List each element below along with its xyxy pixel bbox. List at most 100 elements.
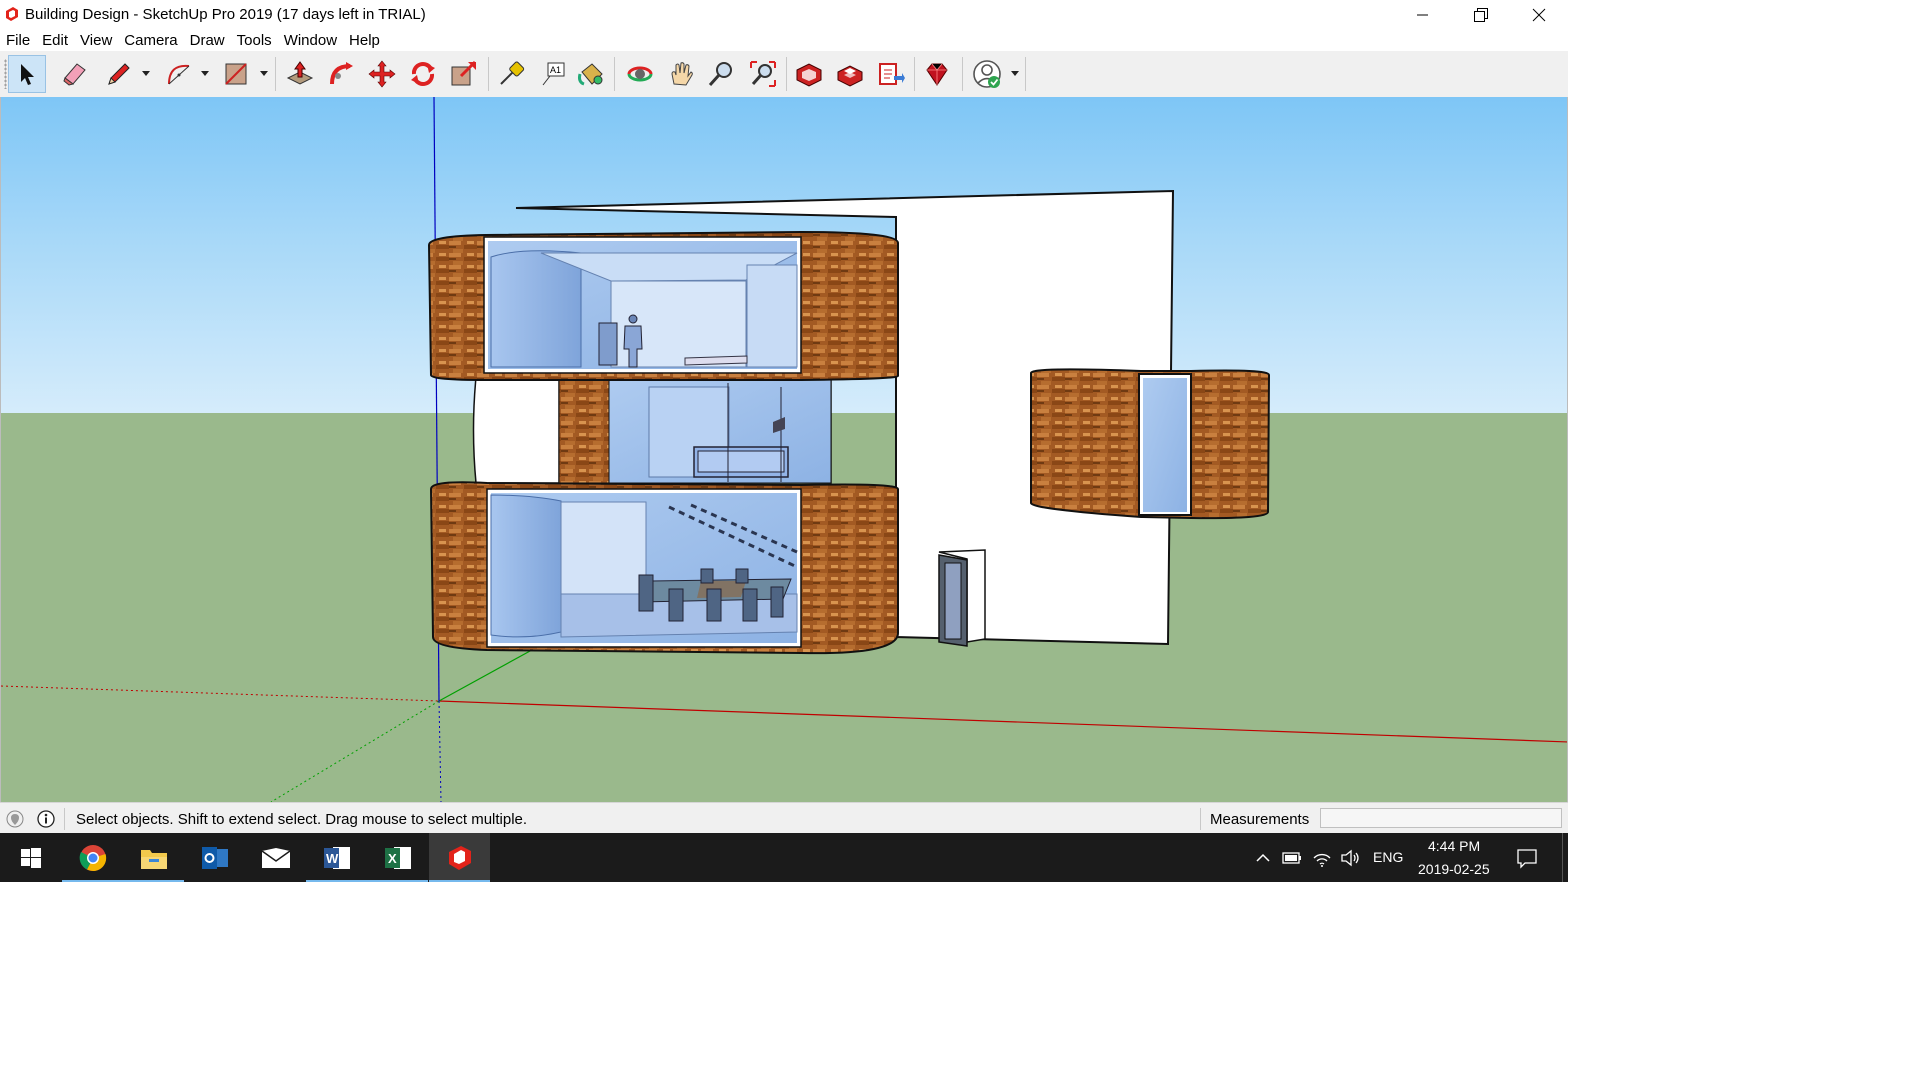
zoom-tool-button[interactable] [702,55,740,93]
rectangle-tool-button[interactable] [217,55,255,93]
select-arrow-icon [21,64,34,85]
follow-me-tool-button[interactable] [322,55,360,93]
wifi-icon[interactable] [1311,847,1333,869]
middle-floor-wood-panel [558,379,610,484]
extension-warehouse-button[interactable] [831,55,869,93]
volume-icon[interactable] [1339,847,1361,869]
taskbar-outlook[interactable] [184,833,245,882]
rectangle-icon [225,63,247,85]
send-to-layout-button[interactable] [872,55,910,93]
sketchup-icon [448,845,471,870]
clock-date[interactable]: 2019-02-25 [1418,861,1490,877]
start-button[interactable] [0,833,61,882]
model-scene[interactable] [1,97,1568,802]
menu-help[interactable]: Help [343,29,386,51]
paint-bucket-icon [578,63,603,86]
top-floor-curved-wall [490,250,582,368]
mail-icon [261,847,290,868]
menu-window[interactable]: Window [278,29,343,51]
arc-tool-button[interactable] [160,55,198,93]
select-tool-button[interactable] [8,55,46,93]
green-axis [438,644,542,702]
restore-button[interactable] [1452,0,1510,29]
toolbar: A1 [0,51,1568,98]
measurements-input[interactable] [1320,808,1562,828]
rotate-tool-button[interactable] [404,55,442,93]
text-tool-button[interactable]: A1 [534,55,572,93]
running-indicator [62,880,123,882]
word-icon: W [323,846,350,869]
show-desktop-button[interactable] [1562,833,1569,882]
language-indicator[interactable]: ENG [1373,849,1403,865]
red-axis [438,700,1567,743]
kitchen-island-top [697,450,785,473]
side-pod-glass [1143,378,1187,512]
running-indicator [123,880,184,882]
account-dropdown-icon[interactable] [1011,69,1019,77]
zoom-extents-tool-button[interactable] [744,55,782,93]
minimize-button[interactable] [1394,0,1452,29]
toolbar-grip[interactable] [4,59,7,89]
line-dropdown-icon[interactable] [142,69,150,77]
move-icon [368,60,396,88]
scale-tool-button[interactable] [445,55,483,93]
bottom-floor-back-wall [560,501,647,595]
door-glass [944,562,962,640]
taskbar-sketchup[interactable] [429,833,490,882]
taskbar-file-explorer[interactable] [123,833,184,882]
taskbar-mail[interactable] [245,833,306,882]
taskbar-word[interactable]: W [306,833,367,882]
rotate-icon [411,62,435,86]
red-axis-negative [1,685,440,702]
top-floor-desk [684,355,748,366]
windows-start-icon [20,847,41,868]
push-pull-tool-button[interactable] [281,55,319,93]
running-indicator [429,880,490,882]
push-pull-icon [286,61,314,85]
arc-dropdown-icon[interactable] [201,69,209,77]
top-floor-shelf [598,322,618,366]
clock-time[interactable]: 4:44 PM [1428,838,1480,854]
eraser-icon [63,63,86,86]
menu-draw[interactable]: Draw [184,29,231,51]
pan-tool-button[interactable] [662,55,700,93]
menu-tools[interactable]: Tools [231,29,278,51]
menu-file[interactable]: File [0,29,36,51]
restore-icon [1474,7,1488,22]
close-icon [1532,8,1546,21]
menu-view[interactable]: View [74,29,118,51]
extension-manager-ruby-icon [926,63,948,86]
scale-icon [451,60,477,86]
paint-bucket-tool-button[interactable] [572,55,610,93]
info-icon[interactable] [37,810,55,828]
close-button[interactable] [1510,0,1568,29]
3d-warehouse-icon [796,63,822,87]
taskbar-chrome[interactable] [62,833,123,882]
toolbar-separator [275,57,276,91]
status-divider [1200,808,1201,830]
eraser-tool-button[interactable] [56,55,94,93]
taskbar-excel[interactable]: X [367,833,428,882]
extension-manager-button[interactable] [918,55,956,93]
account-button[interactable] [968,55,1006,93]
menu-bar: File Edit View Camera Draw Tools Window … [0,29,1568,51]
toolbar-separator [786,57,787,91]
3d-viewport[interactable] [0,97,1568,802]
3d-warehouse-button[interactable] [790,55,828,93]
action-center-icon[interactable] [1516,847,1538,869]
geolocation-icon[interactable] [6,810,24,828]
menu-edit[interactable]: Edit [36,29,74,51]
menu-camera[interactable]: Camera [118,29,183,51]
rectangle-dropdown-icon[interactable] [260,69,268,77]
status-bar: Select objects. Shift to extend select. … [0,802,1568,834]
orbit-tool-button[interactable] [621,55,659,93]
move-tool-button[interactable] [363,55,401,93]
window-title: Building Design - SketchUp Pro 2019 (17 … [25,6,426,23]
chevron-up-icon[interactable] [1252,847,1274,869]
follow-me-icon [330,62,353,85]
zoom-extents-icon [750,61,776,87]
battery-icon[interactable] [1281,847,1303,869]
tape-measure-tool-button[interactable] [492,55,530,93]
toolbar-separator [614,57,615,91]
line-tool-button[interactable] [100,55,138,93]
